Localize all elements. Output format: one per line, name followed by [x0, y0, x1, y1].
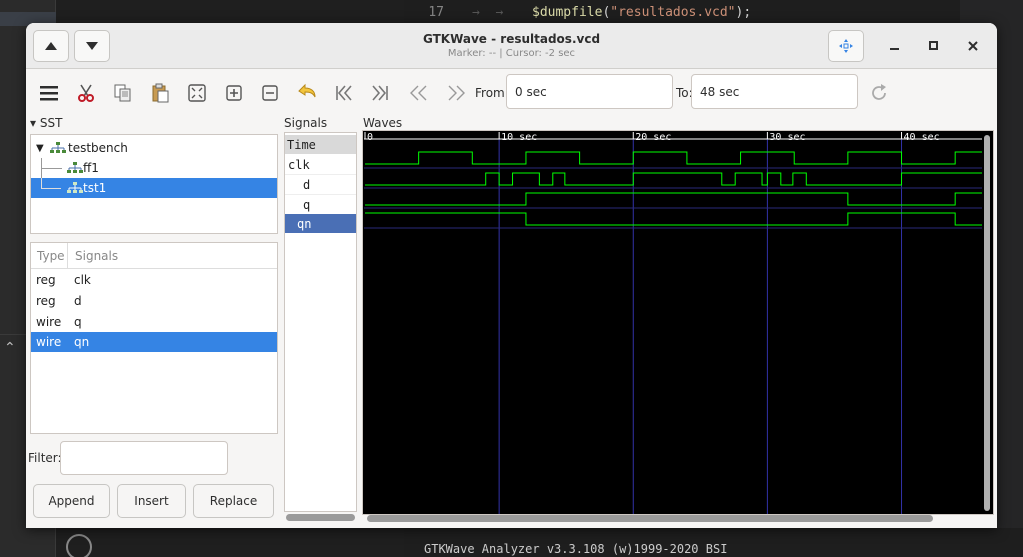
signal-row-qn[interactable]: qn	[285, 214, 356, 233]
background-terminal-text: GTKWave Analyzer v3.3.108 (w)1999-2020 B…	[404, 528, 1023, 557]
signal-type: wire	[36, 335, 62, 349]
signal-name: qn	[74, 335, 90, 349]
close-button[interactable]	[964, 37, 982, 55]
signal-row-clk[interactable]: clk	[285, 155, 356, 174]
page-right-icon[interactable]	[443, 80, 469, 106]
module-tree-icon	[67, 182, 83, 193]
zoom-in-icon[interactable]	[221, 80, 247, 106]
to-time-input[interactable]: 48 sec	[691, 74, 858, 109]
maximize-icon	[929, 41, 938, 50]
reload-icon[interactable]	[866, 80, 892, 106]
waveform-display[interactable]: 0 10 sec 20 sec 30 sec 40 sec	[364, 131, 982, 514]
paste-icon[interactable]	[147, 80, 173, 106]
signals-pane-header: Signals	[284, 116, 328, 130]
waves-vscrollbar[interactable]	[984, 135, 990, 511]
page-left-icon[interactable]	[406, 80, 432, 106]
tree-item-testbench[interactable]: ▼ testbench	[31, 138, 277, 158]
chevron-up-icon[interactable]: ⌃	[4, 340, 16, 356]
minimize-button[interactable]	[886, 37, 904, 55]
signal-row-time[interactable]: Time	[285, 135, 356, 154]
signal-type: wire	[36, 315, 62, 329]
code-string: "resultados.vcd"	[610, 4, 736, 20]
time-tick-label: 20 sec	[635, 132, 671, 143]
table-row[interactable]: reg clk	[31, 270, 277, 290]
go-start-icon[interactable]	[331, 80, 357, 106]
tree-line-icon	[41, 178, 67, 198]
table-header-divider	[31, 268, 277, 269]
module-tree-icon	[50, 142, 66, 153]
go-end-icon[interactable]	[367, 80, 393, 106]
from-time-input[interactable]: 0 sec	[506, 74, 673, 109]
insert-button[interactable]: Insert	[117, 484, 186, 518]
tree-item-label: testbench	[68, 141, 128, 155]
sst-tree: ▼ testbench ff1 tst1	[30, 134, 278, 234]
minimize-icon	[890, 48, 899, 50]
table-row[interactable]: reg d	[31, 291, 277, 311]
cut-icon[interactable]	[73, 80, 99, 106]
background-code-line: 17 → → $dumpfile("resultados.vcd");	[404, 0, 960, 24]
sst-header: SST	[39, 116, 63, 130]
tree-item-tst1[interactable]: tst1	[31, 178, 277, 198]
waves-header: Waves	[363, 116, 403, 130]
copy-icon[interactable]	[110, 80, 136, 106]
signal-name: q	[74, 315, 82, 329]
waves-hscrollbar[interactable]	[367, 515, 933, 522]
line-number: 17	[428, 4, 444, 20]
column-header-signals[interactable]: Signals	[69, 243, 118, 268]
gtkwave-window: GTKWave - resultados.vcd Marker: -- | Cu…	[26, 23, 997, 528]
close-icon	[968, 41, 978, 51]
maximize-button[interactable]	[925, 37, 943, 55]
signal-row-d[interactable]: d	[285, 175, 356, 194]
trace-d	[365, 172, 982, 186]
signals-hscrollbar[interactable]	[286, 514, 355, 521]
replace-button[interactable]: Replace	[193, 484, 274, 518]
time-tick-label: 40 sec	[904, 132, 940, 143]
menu-icon[interactable]	[36, 80, 62, 106]
column-header-type[interactable]: Type	[31, 243, 68, 268]
expander-down-icon: ▾	[30, 116, 37, 130]
module-tree-icon	[67, 162, 83, 173]
fullscreen-button[interactable]	[828, 30, 864, 62]
tree-line-icon	[41, 158, 67, 178]
header-bar: GTKWave - resultados.vcd Marker: -- | Cu…	[26, 23, 997, 69]
code-function: $dumpfile	[532, 4, 603, 20]
signal-row-q[interactable]: q	[285, 195, 356, 214]
signal-name: clk	[74, 273, 91, 287]
indent-arrows: → →	[472, 4, 504, 20]
code-open-paren: (	[602, 4, 611, 20]
trace-qn	[365, 212, 982, 226]
account-icon[interactable]	[66, 534, 92, 557]
trace-clk	[365, 151, 982, 165]
filter-label: Filter:	[28, 451, 62, 465]
signal-type: reg	[36, 294, 56, 308]
table-row[interactable]: wire q	[31, 312, 277, 332]
time-tick-label: 10 sec	[501, 132, 537, 143]
expander-down-icon[interactable]: ▼	[36, 143, 50, 154]
tree-item-ff1[interactable]: ff1	[31, 158, 277, 178]
sst-expander[interactable]: ▾ SST	[30, 116, 62, 130]
tree-item-label: tst1	[83, 181, 107, 195]
move-arrows-icon	[839, 39, 853, 53]
append-button[interactable]: Append	[33, 484, 110, 518]
code-close: );	[735, 4, 752, 20]
trace-q	[365, 192, 982, 206]
zoom-out-icon[interactable]	[257, 80, 283, 106]
waves-canvas[interactable]: 0 10 sec 20 sec 30 sec 40 sec	[362, 130, 994, 515]
time-tick-label: 0	[367, 132, 373, 143]
tree-item-label: ff1	[83, 161, 99, 175]
zoom-fit-icon[interactable]	[184, 80, 210, 106]
signal-name: d	[74, 294, 82, 308]
signals-type-table: Type Signals reg clk reg d wire q wire qn	[30, 242, 278, 434]
time-tick-label: 30 sec	[769, 132, 805, 143]
filter-input[interactable]	[60, 441, 228, 475]
signals-pane: Time clk d q qn	[284, 132, 357, 512]
signal-type: reg	[36, 273, 56, 287]
table-row-selected[interactable]: wire qn	[31, 332, 277, 352]
from-label: From:	[475, 86, 509, 100]
undo-icon[interactable]	[294, 80, 320, 106]
